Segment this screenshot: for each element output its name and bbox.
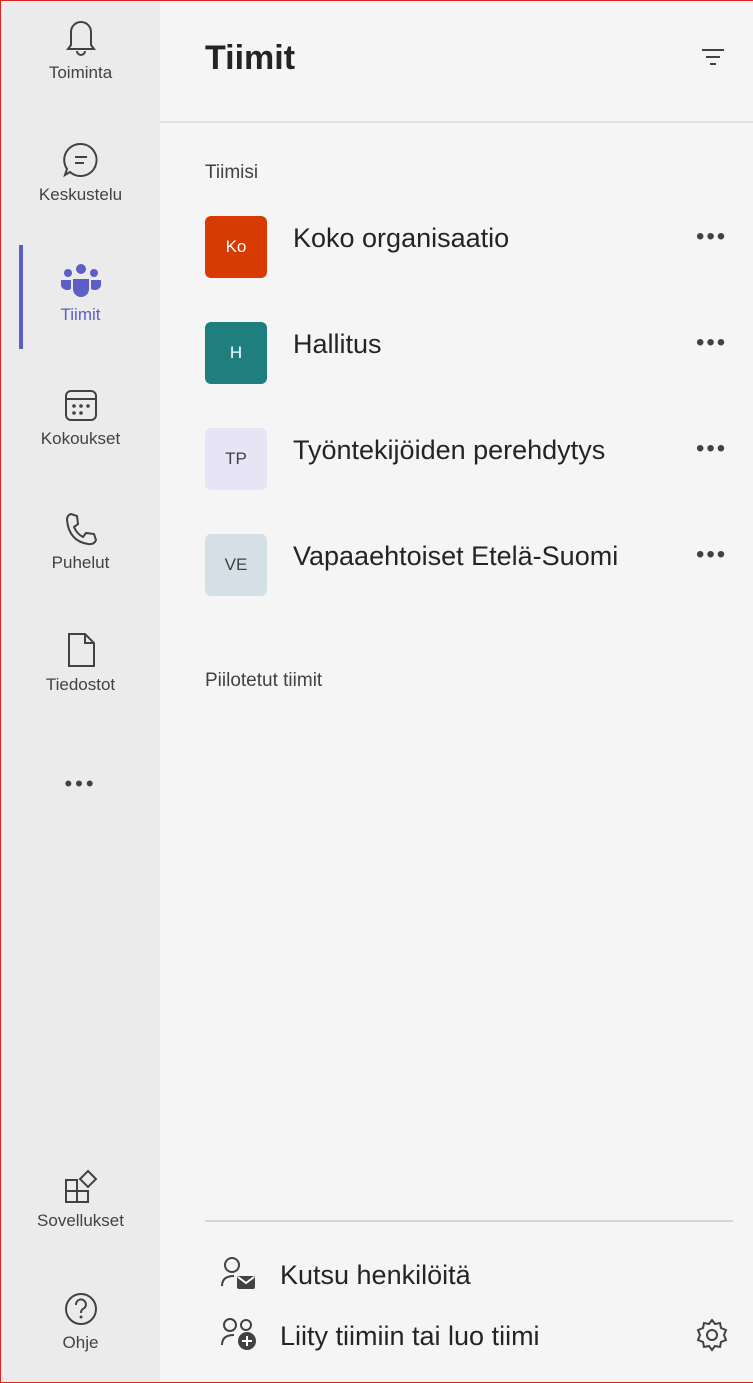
join-create-team-button[interactable]: Liity tiimiin tai luo tiimi: [220, 1312, 540, 1360]
team-name: Hallitus: [293, 329, 382, 359]
rail-label-calls: Puhelut: [51, 553, 110, 572]
team-row[interactable]: TP Työntekijöiden perehdytys •••: [160, 413, 753, 503]
rail-label-apps: Sovellukset: [37, 1211, 124, 1230]
rail-item-apps[interactable]: Sovellukset: [1, 1163, 160, 1273]
teams-icon: [59, 257, 103, 299]
team-avatar: TP: [205, 428, 267, 490]
rail-item-files[interactable]: Tiedostot: [1, 627, 160, 737]
chat-icon: [62, 137, 100, 179]
help-icon: [63, 1285, 99, 1327]
pane-header: Tiimit: [160, 1, 753, 123]
section-your-teams[interactable]: Tiimisi: [205, 162, 258, 184]
team-row[interactable]: VE Vapaaehtoiset Etelä-Suomi •••: [160, 519, 753, 609]
rail-label-activity: Toiminta: [48, 63, 113, 82]
app-rail: Toiminta Keskustelu Tiimit Kokoukset Puh…: [1, 1, 160, 1382]
bell-icon: [65, 15, 96, 57]
more-options-button[interactable]: •••: [696, 541, 727, 569]
rail-label-meetings: Kokoukset: [40, 429, 121, 448]
phone-icon: [63, 505, 99, 547]
page-title: Tiimit: [205, 39, 296, 77]
team-name: Vapaaehtoiset Etelä-Suomi: [293, 541, 619, 571]
invite-people-button[interactable]: Kutsu henkilöitä: [220, 1251, 471, 1299]
team-name: Koko organisaatio: [293, 223, 510, 253]
calendar-icon: [63, 381, 99, 423]
rail-item-chat[interactable]: Keskustelu: [1, 137, 160, 247]
more-options-button[interactable]: •••: [696, 435, 727, 463]
teams-pane: Tiimit Tiimisi Ko Koko organisaatio ••• …: [160, 1, 753, 1382]
filter-icon[interactable]: [700, 45, 726, 69]
file-icon: [65, 627, 97, 669]
rail-item-help[interactable]: Ohje: [1, 1285, 160, 1383]
more-options-button[interactable]: •••: [696, 223, 727, 251]
rail-label-help: Ohje: [62, 1333, 99, 1352]
team-name: Työntekijöiden perehdytys: [293, 435, 606, 465]
rail-item-activity[interactable]: Toiminta: [1, 15, 160, 125]
team-row[interactable]: H Hallitus •••: [160, 307, 753, 397]
section-hidden-teams[interactable]: Piilotetut tiimit: [205, 670, 322, 692]
team-row[interactable]: Ko Koko organisaatio •••: [160, 201, 753, 291]
rail-label-chat: Keskustelu: [38, 185, 123, 204]
join-create-label: Liity tiimiin tai luo tiimi: [280, 1320, 540, 1351]
invite-person-icon: [220, 1256, 258, 1295]
rail-label-files: Tiedostot: [45, 675, 116, 694]
team-avatar: Ko: [205, 216, 267, 278]
rail-label-teams: Tiimit: [60, 305, 101, 324]
rail-item-calls[interactable]: Puhelut: [1, 505, 160, 615]
team-avatar: VE: [205, 534, 267, 596]
divider: [205, 1220, 733, 1222]
add-team-icon: [220, 1317, 258, 1356]
gear-icon[interactable]: [694, 1317, 730, 1353]
rail-more-apps[interactable]: •••: [1, 771, 160, 797]
more-options-button[interactable]: •••: [696, 329, 727, 357]
team-avatar: H: [205, 322, 267, 384]
rail-item-teams[interactable]: Tiimit: [1, 257, 160, 367]
rail-item-meetings[interactable]: Kokoukset: [1, 381, 160, 491]
apps-icon: [63, 1163, 99, 1205]
invite-label: Kutsu henkilöitä: [280, 1259, 471, 1290]
